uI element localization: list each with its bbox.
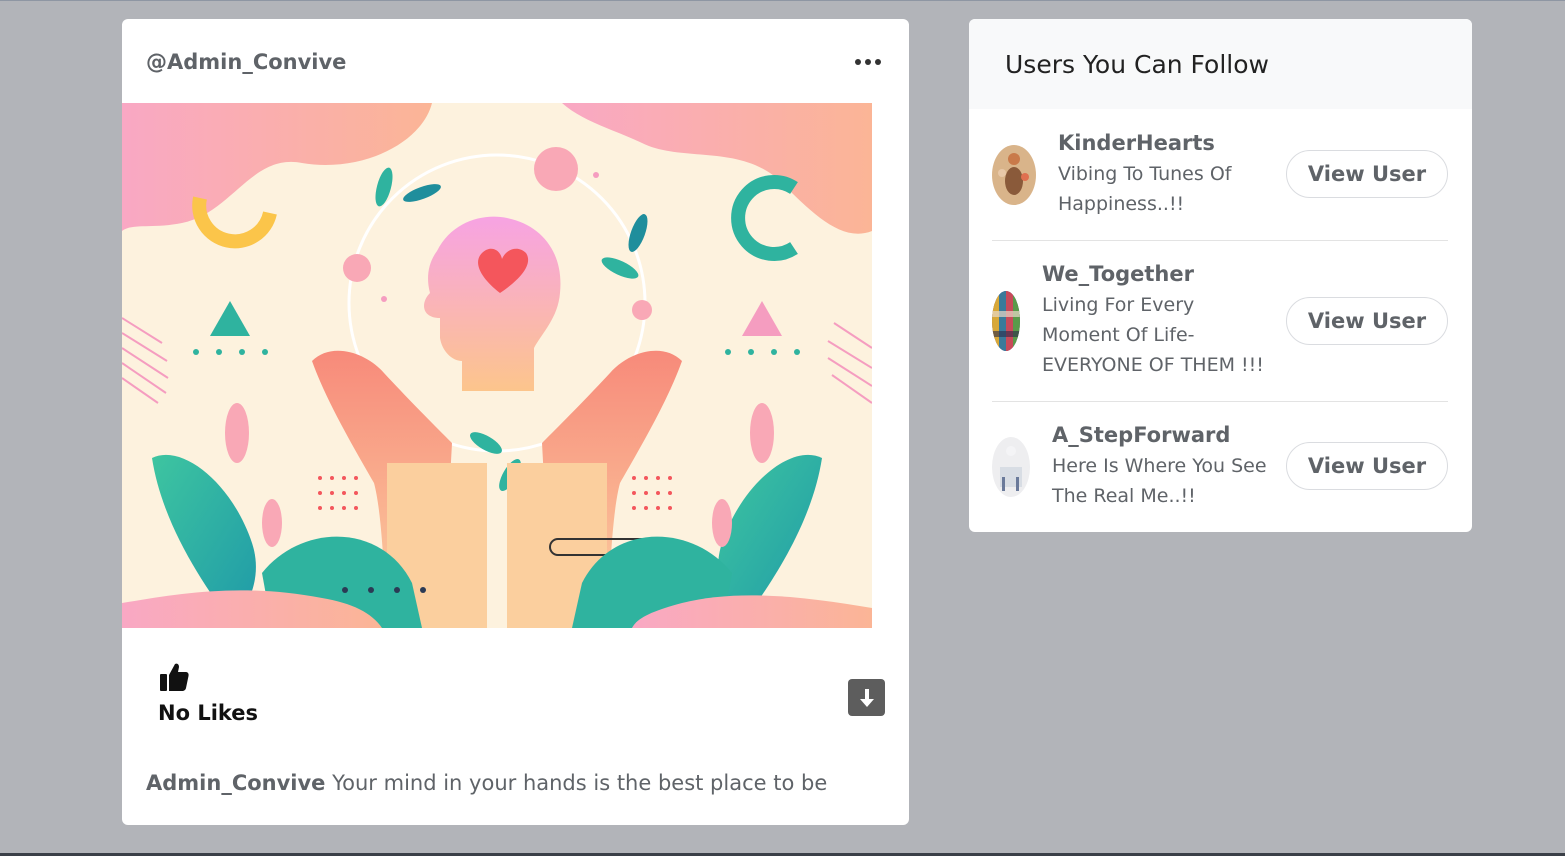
view-user-button[interactable]: View User	[1286, 297, 1448, 345]
follow-suggestions-panel: Users You Can Follow KinderHearts Vibing…	[969, 19, 1472, 532]
avatar-image	[992, 437, 1030, 497]
post-card: @Admin_Convive No Likes Admin_Convive Yo…	[122, 19, 909, 825]
like-area: No Likes	[158, 661, 258, 725]
post-caption: Admin_Convive Your mind in your hands is…	[146, 771, 827, 795]
view-user-button[interactable]: View User	[1286, 442, 1448, 490]
post-username[interactable]: @Admin_Convive	[146, 50, 346, 74]
avatar-image	[992, 291, 1020, 351]
caption-author[interactable]: Admin_Convive	[146, 771, 325, 795]
avatar-image	[992, 144, 1036, 205]
follow-panel-header: Users You Can Follow	[969, 19, 1472, 109]
more-options-icon[interactable]	[851, 55, 885, 69]
follow-panel-title: Users You Can Follow	[1005, 49, 1269, 79]
view-user-button[interactable]: View User	[1286, 150, 1448, 198]
thumbs-up-icon[interactable]	[158, 661, 190, 693]
avatar[interactable]	[992, 144, 1036, 205]
user-suggestion-row: A_StepForward Here Is Where You See The …	[992, 402, 1448, 532]
post-image	[122, 103, 872, 628]
avatar[interactable]	[992, 291, 1020, 351]
caption-text: Your mind in your hands is the best plac…	[325, 771, 828, 795]
download-icon	[859, 688, 874, 707]
user-bio: EVERYONE OF THEM !!!	[1042, 354, 1264, 376]
mind-in-hands-illustration	[122, 103, 872, 628]
user-suggestion-row: We_Together Living For Every Moment Of L…	[992, 241, 1448, 402]
avatar[interactable]	[992, 437, 1030, 497]
user-name[interactable]: We_Together	[1042, 262, 1448, 286]
user-suggestion-row: KinderHearts Vibing To Tunes Of Happines…	[992, 109, 1448, 241]
likes-count: No Likes	[158, 701, 259, 725]
download-button[interactable]	[848, 679, 885, 716]
post-header: @Admin_Convive	[146, 47, 885, 77]
